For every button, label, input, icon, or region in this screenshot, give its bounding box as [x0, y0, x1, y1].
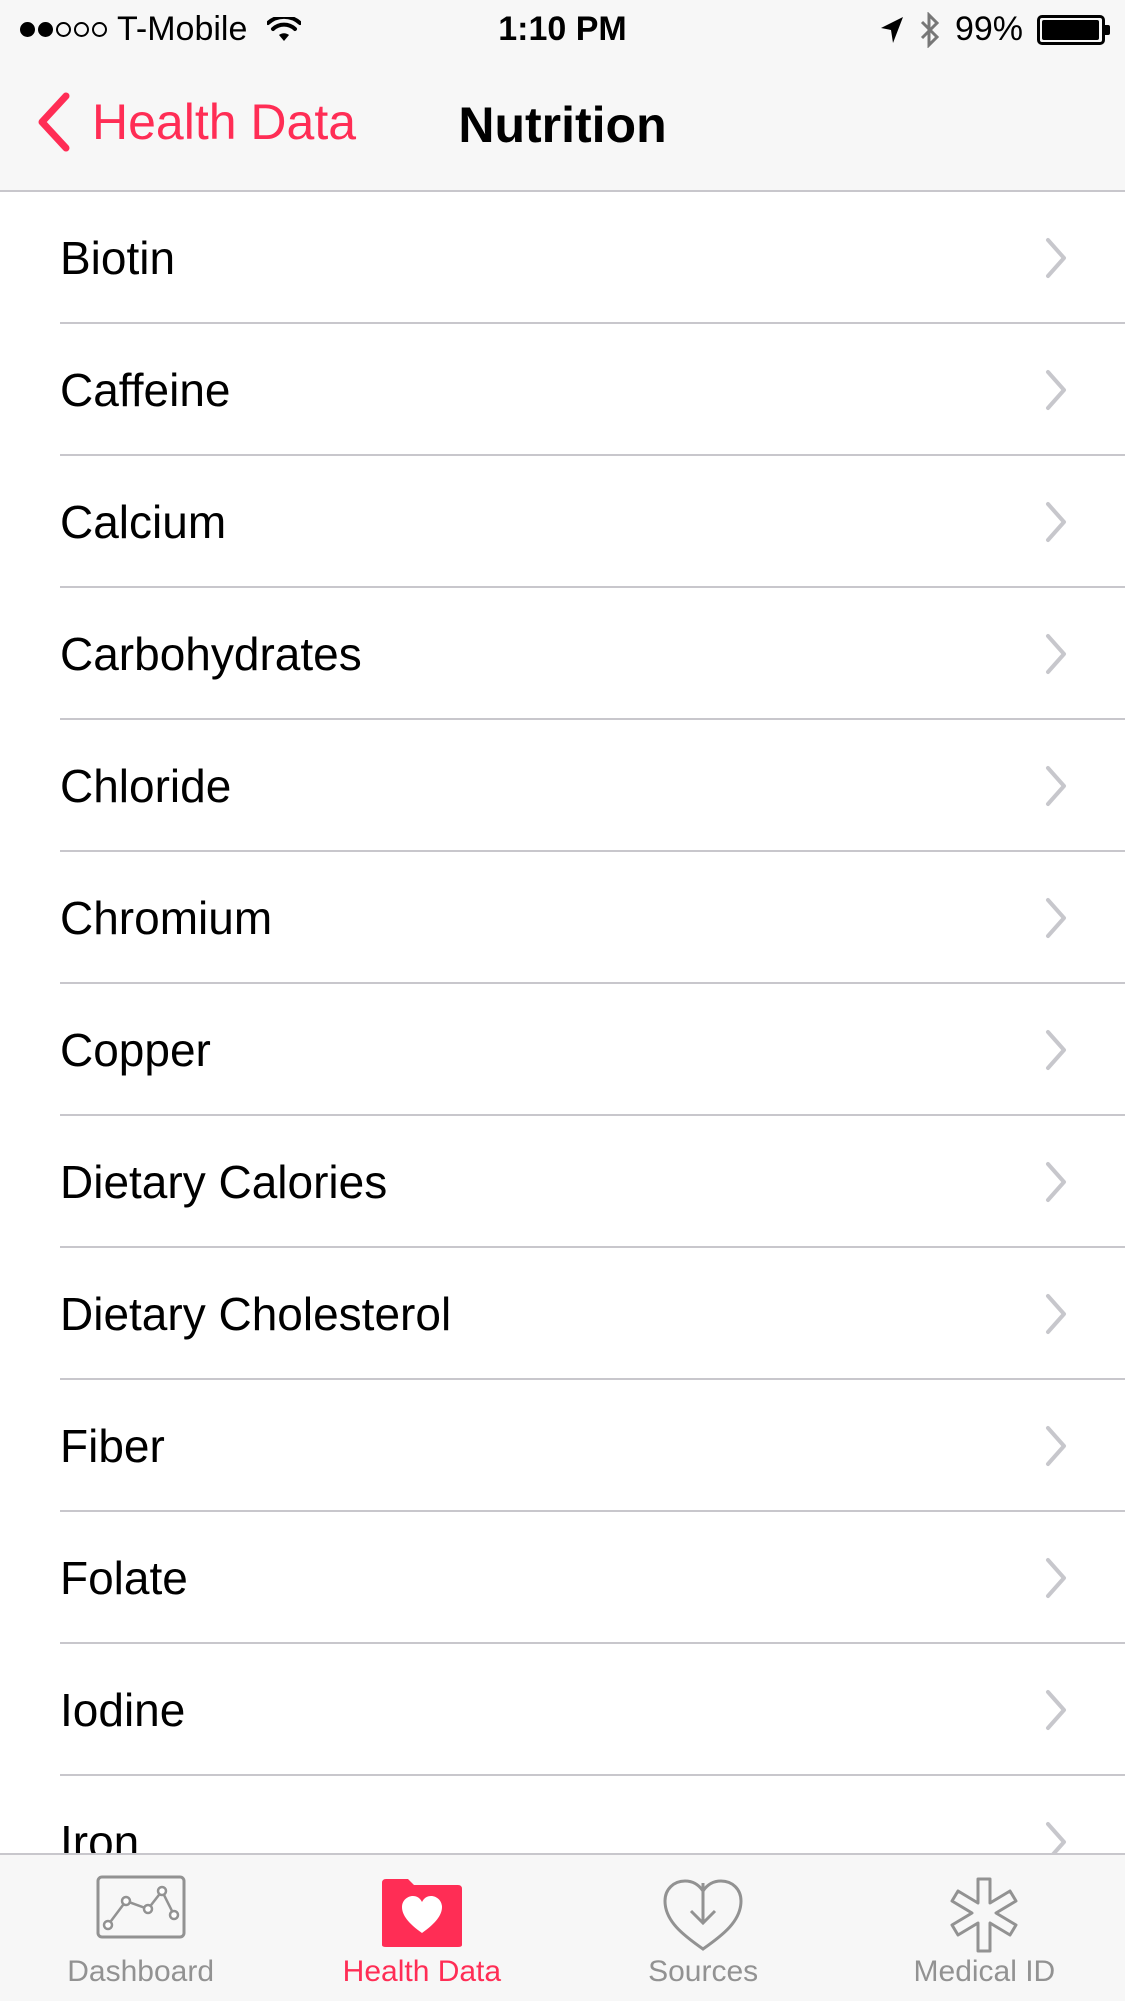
status-bar: T-Mobile 1:10 PM 99%	[0, 0, 1125, 62]
tab-health-data-label: Health Data	[342, 1955, 502, 1988]
list-item[interactable]: Folate	[0, 1512, 1125, 1644]
chevron-right-icon	[1046, 1162, 1066, 1202]
chevron-right-icon	[1046, 238, 1066, 278]
list-item[interactable]: Copper	[0, 984, 1125, 1116]
chevron-right-icon	[1046, 634, 1066, 674]
list-item-label: Carbohydrates	[60, 628, 362, 680]
list-item[interactable]: Biotin	[0, 192, 1125, 324]
tab-dashboard-label: Dashboard	[67, 1955, 214, 1988]
list-item[interactable]: Caffeine	[0, 324, 1125, 456]
navigation-bar: Health Data Nutrition	[0, 62, 1125, 192]
list-item-label: Biotin	[60, 232, 176, 284]
tab-medical-id[interactable]: Medical ID	[844, 1855, 1125, 2001]
chevron-right-icon	[1046, 766, 1066, 806]
tab-health-data[interactable]: Health Data	[281, 1855, 562, 2001]
list-item-label: Chromium	[60, 892, 273, 944]
list-item[interactable]: Iodine	[0, 1644, 1125, 1776]
list-item-label: Iodine	[60, 1684, 186, 1736]
list-item[interactable]: Carbohydrates	[0, 588, 1125, 720]
tab-medical-id-label: Medical ID	[913, 1955, 1056, 1988]
list-item[interactable]: Calcium	[0, 456, 1125, 588]
battery-icon	[1037, 14, 1110, 45]
chevron-right-icon	[1046, 502, 1066, 542]
list-item[interactable]: Chloride	[0, 720, 1125, 852]
tab-sources-label: Sources	[648, 1955, 759, 1988]
chevron-right-icon	[1046, 370, 1066, 410]
list-item[interactable]: Chromium	[0, 852, 1125, 984]
tab-dashboard[interactable]: Dashboard	[0, 1855, 281, 2001]
chevron-right-icon	[1046, 1690, 1066, 1730]
list-item-label: Calcium	[60, 496, 227, 548]
chevron-right-icon	[1046, 1426, 1066, 1466]
chevron-right-icon	[1046, 1294, 1066, 1334]
screen: T-Mobile 1:10 PM 99% Health Data Nutriti…	[0, 0, 1125, 2001]
medical-id-icon	[950, 1877, 1018, 1953]
list-item-label: Chloride	[60, 760, 232, 812]
chevron-right-icon	[1046, 898, 1066, 938]
tab-sources[interactable]: Sources	[563, 1855, 844, 2001]
page-title: Nutrition	[458, 97, 667, 153]
nutrition-list: Biotin Caffeine Calcium Carbohydrates Chlori…	[0, 192, 1125, 1908]
battery-percentage: 99%	[954, 10, 1023, 48]
health-data-icon	[381, 1879, 462, 1947]
list-item-label: Copper	[60, 1024, 211, 1076]
list-item-label: Caffeine	[60, 364, 231, 416]
sources-icon	[663, 1879, 743, 1951]
dashboard-icon	[96, 1875, 186, 1939]
bluetooth-icon	[920, 11, 940, 48]
status-right: 99%	[879, 10, 1110, 49]
location-arrow-icon	[880, 16, 903, 43]
list-item-label: Dietary Cholesterol	[60, 1288, 452, 1340]
battery-fill	[1042, 19, 1099, 40]
list-item[interactable]: Dietary Calories	[0, 1116, 1125, 1248]
list-item[interactable]: Dietary Cholesterol	[0, 1248, 1125, 1380]
list-item[interactable]: Fiber	[0, 1380, 1125, 1512]
list-item-label: Fiber	[60, 1420, 165, 1472]
list-item-label: Dietary Calories	[60, 1156, 388, 1208]
list-item-label: Folate	[60, 1552, 188, 1604]
chevron-right-icon	[1046, 1558, 1066, 1598]
tab-bar: Dashboard Health Data Sources Medical ID	[0, 1853, 1125, 2001]
chevron-right-icon	[1046, 1030, 1066, 1070]
